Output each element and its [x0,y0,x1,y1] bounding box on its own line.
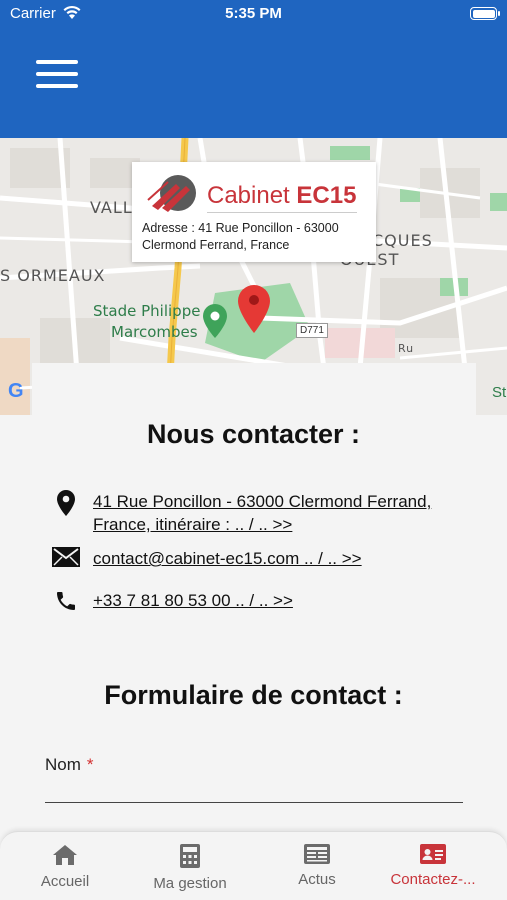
map-label-jacques: CQUES [372,231,433,250]
phone-icon [52,589,80,617]
email-row: contact@cabinet-ec15.com .. / .. >> [52,547,362,575]
road-badge: D771 [296,323,328,338]
battery-icon [470,7,500,20]
name-field-label: Nom * [45,755,94,774]
cabinet-logo-icon [147,175,196,212]
tab-label-contactez: Contactez-... [390,871,476,888]
email-link[interactable]: contact@cabinet-ec15.com .. / .. >> [93,547,362,570]
contact-content: Nous contacter : 41 Rue Poncillon - 6300… [0,363,507,833]
phone-link[interactable]: +33 7 81 80 53 00 .. / .. >> [93,589,293,612]
tab-label-actus: Actus [298,871,336,888]
contact-title: Nous contacter : [146,419,361,449]
status-bar: Carrier 5:35 PM [0,0,507,28]
park-pin-icon [203,304,227,338]
tab-label-accueil: Accueil [40,873,90,890]
map-label-ru: Ru [398,342,415,355]
tab-actus[interactable]: Actus [287,844,347,888]
contact-card-icon [420,844,446,864]
brand-name: Cabinet EC15 [207,182,357,209]
phone-row: +33 7 81 80 53 00 .. / .. >> [52,589,293,617]
map-label-stade: Stade Philippe [93,302,201,320]
map-label-vall: VALL [90,198,133,217]
map-address: Adresse : 41 Rue Poncillon - 63000 Clerm… [142,221,339,252]
bottom-tab-bar: Accueil Ma gestion Actus Contactez-... [0,831,507,900]
newspaper-icon [304,844,330,864]
map-label-ormeaux: S ORMEAUX [0,266,106,285]
tab-ma-gestion[interactable]: Ma gestion [140,844,240,892]
envelope-icon [52,547,80,575]
home-icon [53,845,77,865]
app-header: Carrier 5:35 PM [0,0,507,138]
location-marker-icon[interactable] [238,285,270,333]
map-label-marcombes: Marcombes [111,323,198,341]
content-card-top [32,363,476,415]
address-row: 41 Rue Poncillon - 63000 Clermond Ferran… [52,490,465,536]
brand-divider [207,212,357,213]
form-title: Formulaire de contact : [104,680,403,710]
tab-label-ma-gestion: Ma gestion [153,875,227,892]
address-link[interactable]: 41 Rue Poncillon - 63000 Clermond Ferran… [93,490,465,536]
location-pin-icon [52,490,80,518]
calculator-icon [180,844,200,868]
name-input[interactable] [45,777,463,803]
tab-contactez[interactable]: Contactez-... [374,844,492,888]
hamburger-menu-icon[interactable] [36,60,78,90]
tab-accueil[interactable]: Accueil [26,844,104,890]
clock: 5:35 PM [225,5,282,22]
map-info-card: Cabinet EC15 Adresse : 41 Rue Poncillon … [132,162,376,262]
